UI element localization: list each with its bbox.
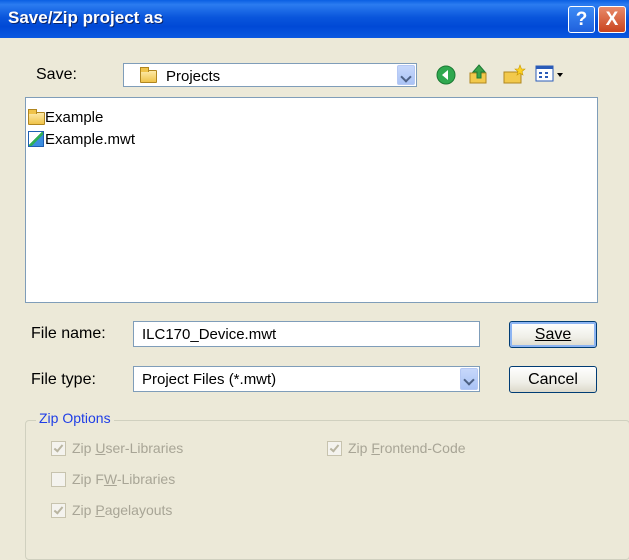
window-title: Save/Zip project as — [8, 8, 163, 27]
zip-pagelayouts-checkbox[interactable]: Zip Pagelayouts — [51, 502, 211, 520]
help-button[interactable]: ? — [568, 6, 595, 33]
back-icon[interactable] — [436, 65, 456, 85]
zip-options-title: Zip Options — [36, 410, 114, 426]
list-item[interactable]: Example — [28, 108, 148, 128]
file-name-label: File name: — [31, 325, 106, 342]
checkbox-box[interactable] — [51, 441, 66, 456]
checkmark-icon — [53, 504, 64, 515]
file-name-field[interactable] — [133, 321, 480, 347]
up-folder-icon[interactable] — [468, 63, 490, 85]
title-bar[interactable]: Save/Zip project as ? X — [0, 0, 629, 38]
checkbox-box[interactable] — [51, 503, 66, 518]
zip-user-libraries-checkbox[interactable]: Zip User-Libraries — [51, 440, 211, 458]
list-item[interactable]: Example.mwt — [28, 130, 168, 150]
file-type-dropdown[interactable]: Project Files (*.mwt) — [133, 366, 480, 392]
save-in-dropdown[interactable]: Projects — [123, 63, 417, 87]
checkbox-box[interactable] — [327, 441, 342, 456]
chevron-down-icon[interactable] — [397, 65, 415, 85]
mwt-file-icon — [28, 131, 44, 147]
file-type-label: File type: — [31, 371, 96, 388]
zip-user-libraries-label: Zip User-Libraries — [72, 440, 184, 456]
save-in-label: Save: — [36, 66, 77, 83]
save-button[interactable]: Save — [509, 321, 597, 348]
close-button[interactable]: X — [598, 6, 626, 33]
file-type-value: Project Files (*.mwt) — [142, 371, 277, 388]
checkbox-box[interactable] — [51, 472, 66, 487]
save-button-label: Save — [534, 326, 572, 343]
cancel-button[interactable]: Cancel — [509, 366, 597, 393]
folder-icon — [28, 109, 45, 125]
file-name-input[interactable] — [134, 322, 479, 346]
zip-frontend-code-label: Zip Frontend-Code — [348, 440, 466, 456]
folder-icon — [140, 67, 157, 83]
checkmark-icon — [53, 442, 64, 453]
chevron-down-icon[interactable] — [460, 368, 478, 390]
file-name-text: Example — [45, 109, 104, 126]
zip-fw-libraries-checkbox[interactable]: Zip FW-Libraries — [51, 471, 211, 489]
zip-pagelayouts-label: Zip Pagelayouts — [72, 502, 173, 518]
file-list[interactable]: Example Example.mwt — [25, 97, 598, 303]
file-name-text: Example.mwt — [45, 131, 136, 148]
zip-fw-libraries-label: Zip FW-Libraries — [72, 471, 176, 487]
new-folder-icon[interactable] — [502, 63, 526, 85]
save-in-value: Projects — [166, 68, 221, 85]
checkmark-icon — [329, 442, 340, 453]
view-menu-icon[interactable] — [535, 64, 567, 84]
zip-frontend-code-checkbox[interactable]: Zip Frontend-Code — [327, 440, 497, 458]
